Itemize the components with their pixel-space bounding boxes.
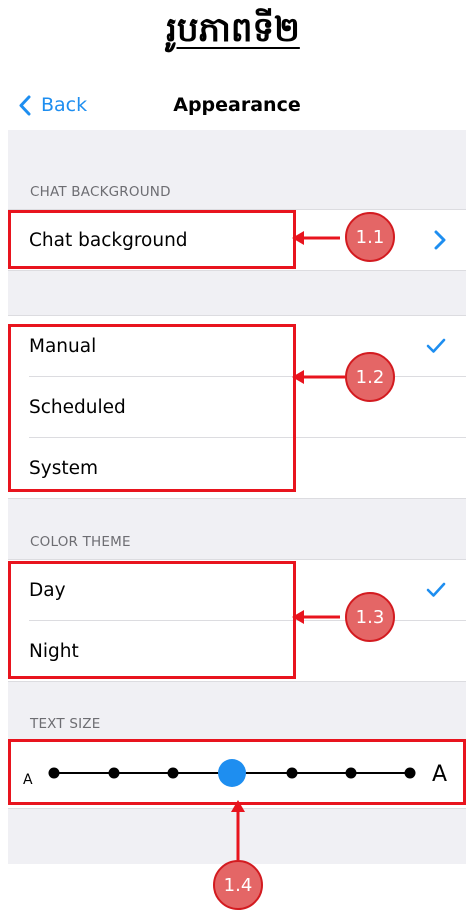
annotation-badge-1-2: 1.2 <box>345 352 395 402</box>
annotation-arrows <box>231 231 345 860</box>
annotation-badge-1-3: 1.3 <box>345 592 395 642</box>
annotation-badge-1-4: 1.4 <box>213 860 263 910</box>
annotation-badge-1-1: 1.1 <box>345 212 395 262</box>
